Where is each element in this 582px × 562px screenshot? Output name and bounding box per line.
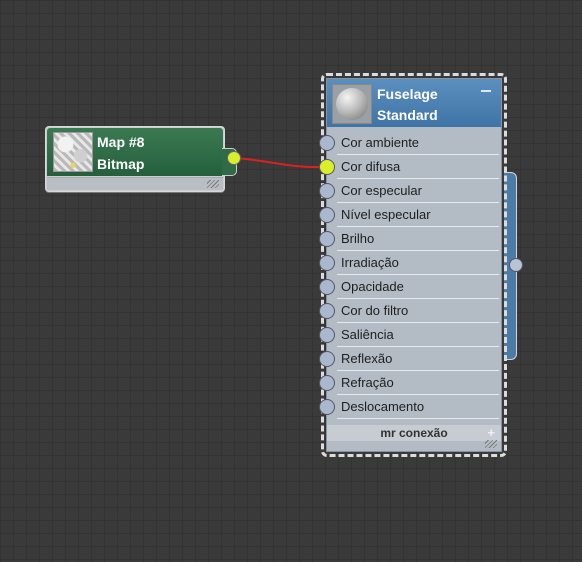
- input-socket[interactable]: [319, 303, 335, 319]
- slot-row[interactable]: Refração: [319, 371, 503, 395]
- input-socket[interactable]: [319, 327, 335, 343]
- material-node[interactable]: Fuselage Standard Cor ambiente Cor difus…: [319, 78, 503, 452]
- bitmap-node-type: Bitmap: [97, 156, 145, 172]
- material-node-type: Standard: [377, 107, 438, 123]
- minus-icon[interactable]: [481, 90, 491, 92]
- material-output-socket[interactable]: [509, 258, 523, 272]
- slot-row[interactable]: Cor especular: [319, 179, 503, 203]
- slot-label: Brilho: [341, 231, 375, 246]
- slot-label: Cor especular: [341, 183, 422, 198]
- resize-grip-icon[interactable]: [207, 180, 219, 188]
- input-socket[interactable]: [319, 351, 335, 367]
- bitmap-output-socket[interactable]: [227, 151, 241, 165]
- bitmap-node-header[interactable]: Map #8 Bitmap: [47, 128, 223, 176]
- slot-row[interactable]: Brilho: [319, 227, 503, 251]
- input-socket[interactable]: [319, 399, 335, 415]
- input-socket[interactable]: [319, 183, 335, 199]
- slot-label: Nível especular: [341, 207, 431, 222]
- slot-row[interactable]: Opacidade: [319, 275, 503, 299]
- input-socket[interactable]: [319, 375, 335, 391]
- slot-label: Reflexão: [341, 351, 393, 366]
- input-socket[interactable]: [319, 255, 335, 271]
- mr-connection-label: mr conexão: [380, 426, 448, 440]
- material-node-footer: mr conexão +: [327, 425, 501, 451]
- slot-label: Saliência: [341, 327, 394, 342]
- slot-row[interactable]: Irradiação: [319, 251, 503, 275]
- bitmap-node[interactable]: Map #8 Bitmap: [45, 126, 225, 192]
- sphere-preview-icon: [332, 84, 372, 124]
- slot-row[interactable]: Cor do filtro: [319, 299, 503, 323]
- slot-row[interactable]: Nível especular: [319, 203, 503, 227]
- bitmap-node-title: Map #8: [97, 134, 145, 150]
- input-socket[interactable]: [319, 207, 335, 223]
- plus-icon[interactable]: +: [487, 426, 495, 440]
- bitmap-node-footer: [47, 177, 223, 190]
- slot-label: Cor ambiente: [341, 135, 420, 150]
- bitmap-thumbnail-icon: [53, 132, 93, 172]
- slot-row[interactable]: Cor difusa: [319, 155, 503, 179]
- slot-label: Irradiação: [341, 255, 399, 270]
- slot-row[interactable]: Deslocamento: [319, 395, 503, 419]
- resize-grip-icon[interactable]: [485, 440, 497, 448]
- input-socket[interactable]: [319, 279, 335, 295]
- slot-label: Opacidade: [341, 279, 404, 294]
- input-socket[interactable]: [319, 135, 335, 151]
- slot-label: Refração: [341, 375, 394, 390]
- slot-row[interactable]: Reflexão: [319, 347, 503, 371]
- slot-label: Cor difusa: [341, 159, 401, 174]
- slot-row[interactable]: Saliência: [319, 323, 503, 347]
- material-node-title: Fuselage: [377, 86, 438, 102]
- mr-connection-rollout[interactable]: mr conexão +: [327, 425, 501, 441]
- material-node-header[interactable]: Fuselage Standard: [327, 79, 501, 127]
- slot-row[interactable]: Cor ambiente: [319, 131, 503, 155]
- input-socket-connected[interactable]: [319, 159, 335, 175]
- slot-label: Deslocamento: [341, 399, 425, 414]
- slot-label: Cor do filtro: [341, 303, 409, 318]
- input-socket[interactable]: [319, 231, 335, 247]
